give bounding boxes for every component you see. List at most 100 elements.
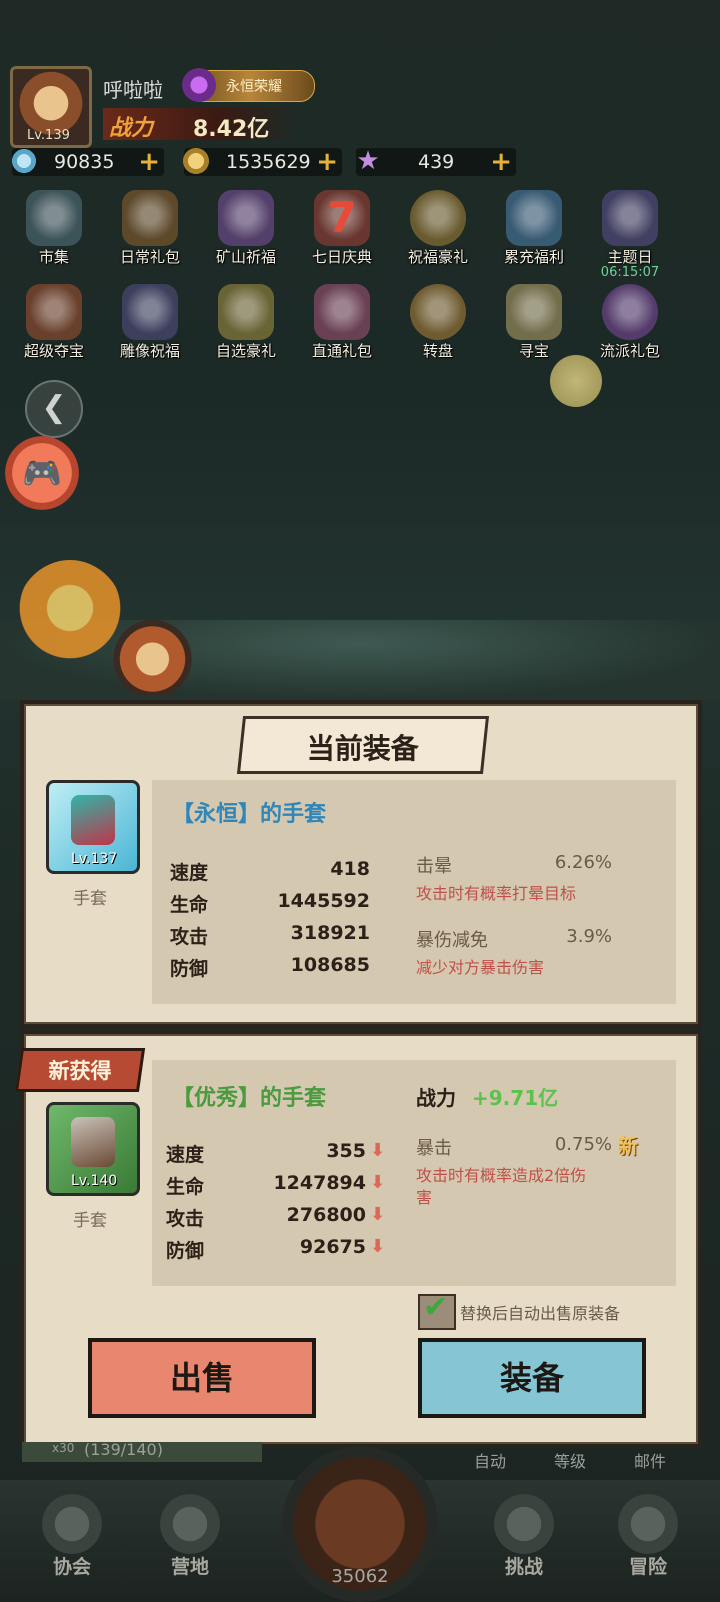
new-item-level: Lv.140 <box>71 1173 118 1189</box>
back-arrow-icon[interactable]: ❮ <box>25 380 83 438</box>
new-item-icon[interactable]: Lv.140 <box>46 1102 140 1196</box>
gamepad-icon[interactable]: 🎮 <box>4 435 80 511</box>
activity-label: 矿山祈福 <box>215 248 276 266</box>
nav-label: 冒险 <box>628 1556 667 1578</box>
sell-button[interactable]: 出售 <box>88 1338 316 1418</box>
stat-label: 攻击 <box>166 1208 205 1230</box>
activity-treasure-hunt[interactable]: 寻宝 <box>494 284 574 364</box>
activity-seven-day[interactable]: 7 七日庆典 <box>302 190 382 270</box>
activity-label: 超级夺宝 <box>23 342 84 360</box>
challenge-icon <box>494 1494 554 1554</box>
attr-desc: 攻击时有概率打晕目标 <box>416 884 577 903</box>
gift-box-icon <box>506 190 562 246</box>
add-star-button[interactable]: + <box>490 147 512 177</box>
activity-recharge-bonus[interactable]: 累充福利 <box>494 190 574 270</box>
nav-guild[interactable]: 协会 <box>22 1494 122 1584</box>
guild-icon <box>42 1494 102 1554</box>
wheel-icon <box>410 284 466 340</box>
activity-statue-blessing[interactable]: 雕像祝福 <box>110 284 190 364</box>
stat-value: 276800 <box>286 1204 366 1226</box>
level-button[interactable]: 等级 <box>554 1448 586 1472</box>
mail-button[interactable]: 邮件 <box>634 1448 666 1472</box>
activity-wheel[interactable]: 转盘 <box>398 284 478 364</box>
stat-value: 355 <box>326 1140 366 1162</box>
vip-gem-icon <box>182 68 216 102</box>
activity-label: 累充福利 <box>503 248 564 266</box>
activity-daily-gift[interactable]: 日常礼包 <box>110 190 190 270</box>
glove-icon <box>71 795 115 845</box>
vip-title: 永恒荣耀 <box>226 79 282 95</box>
stat-value: 1445592 <box>277 890 370 912</box>
activity-optional-gift[interactable]: 自选豪礼 <box>206 284 286 364</box>
activity-label: 寻宝 <box>518 342 549 360</box>
stat-value: 108685 <box>290 954 370 976</box>
new-item-tag-text: 新获得 <box>48 1059 112 1083</box>
decrease-arrow-icon: ⬇ <box>370 1140 386 1161</box>
current-item-name: 【永恒】的手套 <box>172 802 327 827</box>
new-item-tag: 新获得 <box>14 1048 146 1092</box>
decrease-arrow-icon: ⬇ <box>370 1172 386 1193</box>
stat-value: 1247894 <box>273 1172 366 1194</box>
dice-icon <box>506 284 562 340</box>
bag-prefix: x30 <box>52 1441 75 1455</box>
equip-button[interactable]: 装备 <box>418 1338 646 1418</box>
nav-label: 挑战 <box>504 1556 543 1578</box>
theme-day-icon <box>602 190 658 246</box>
auto-sell-checkbox[interactable]: ✔ <box>418 1290 456 1330</box>
diamond-value: 90835 <box>54 151 115 173</box>
activity-label: 转盘 <box>422 342 453 360</box>
current-equipment-title: 当前装备 <box>236 716 490 774</box>
add-diamond-button[interactable]: + <box>138 147 160 177</box>
player-avatar[interactable]: Lv.139 <box>10 66 92 148</box>
player-power-bar: 战力 8.42亿 <box>103 108 298 142</box>
new-item-name: 【优秀】的手套 <box>172 1086 327 1111</box>
activity-label: 自选豪礼 <box>215 342 276 360</box>
activity-label: 直通礼包 <box>311 342 372 360</box>
attr-value: 6.26% <box>554 852 612 873</box>
bag-bar: x30 (139/140) <box>22 1440 262 1462</box>
activity-faction-gift[interactable]: 流派礼包 <box>590 284 670 364</box>
stat-label: 生命 <box>170 894 209 916</box>
gold-resource: 1535629 + <box>182 147 342 177</box>
activity-label: 日常礼包 <box>119 248 180 266</box>
vip-badge[interactable]: 永恒荣耀 <box>182 68 315 102</box>
attr-label: 击晕 <box>416 856 452 877</box>
auto-button[interactable]: 自动 <box>474 1448 506 1472</box>
nav-adventure[interactable]: 冒险 <box>598 1494 698 1584</box>
character-hero <box>105 615 200 695</box>
star-icon: ★ <box>356 146 380 176</box>
diamond-resource: 90835 + <box>10 147 164 177</box>
activity-mine-blessing[interactable]: 矿山祈福 <box>206 190 286 270</box>
activity-direct-gift[interactable]: 直通礼包 <box>302 284 382 364</box>
current-item-icon[interactable]: Lv.137 <box>46 780 140 874</box>
activity-theme-day[interactable]: 主题日 06:15:07 <box>590 190 670 280</box>
nav-label: 协会 <box>52 1556 91 1578</box>
activity-label: 市集 <box>38 248 69 266</box>
activity-market[interactable]: 市集 <box>14 190 94 270</box>
activity-label: 七日庆典 <box>311 248 372 266</box>
nav-challenge[interactable]: 挑战 <box>474 1494 574 1584</box>
activity-super-treasure[interactable]: 超级夺宝 <box>14 284 94 364</box>
bag-count: (139/140) <box>84 1440 163 1459</box>
diamond-icon <box>10 147 38 175</box>
treasure-icon <box>26 284 82 340</box>
stat-label: 攻击 <box>170 926 209 948</box>
activity-blessing-gift[interactable]: 祝福豪礼 <box>398 190 478 270</box>
new-attr-badge: 新 <box>618 1134 638 1158</box>
stage-power-value: 35062 <box>331 1566 389 1587</box>
gift-bag-icon <box>122 190 178 246</box>
attr-label: 暴伤减免 <box>416 930 488 951</box>
attr-desc: 攻击时有概率造成2倍伤 <box>416 1166 587 1185</box>
current-item-type: 手套 <box>73 889 107 909</box>
player-name: 呼啦啦 <box>103 78 163 102</box>
power-value: 8.42亿 <box>193 117 270 142</box>
add-gold-button[interactable]: + <box>316 147 338 177</box>
power-label: 战力 <box>109 116 154 141</box>
checkmark-icon: ✔ <box>423 1290 449 1325</box>
stat-label: 速度 <box>170 862 209 884</box>
stat-value: 318921 <box>290 922 370 944</box>
attr-value: 3.9% <box>566 926 612 947</box>
theme-day-timer: 06:15:07 <box>600 265 660 280</box>
nav-camp[interactable]: 营地 <box>140 1494 240 1584</box>
gold-coin-icon <box>182 147 210 175</box>
